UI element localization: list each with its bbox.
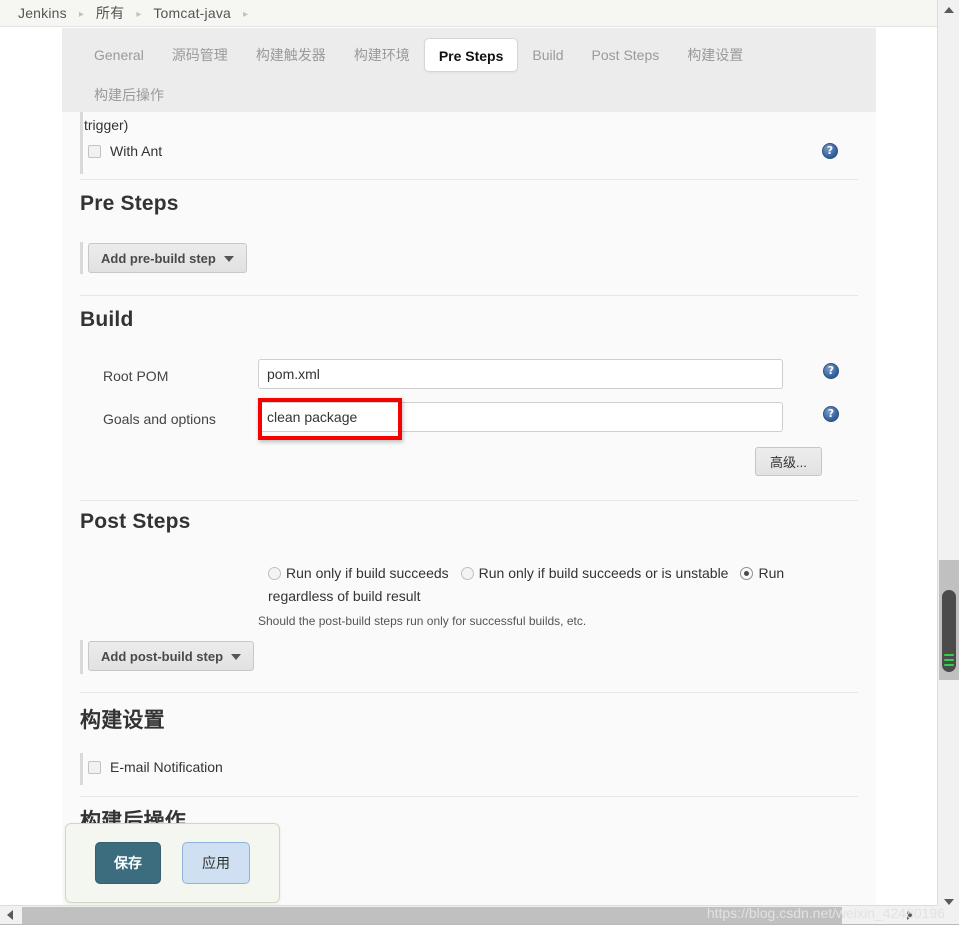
scroll-up-button[interactable] [938, 0, 959, 20]
breadcrumb-item-all[interactable]: 所有 [96, 3, 124, 23]
config-tab-strip: General 源码管理 构建触发器 构建环境 Pre Steps Build … [62, 28, 876, 112]
add-pre-build-step-label: Add pre-build step [101, 251, 216, 266]
add-post-build-step-label: Add post-build step [101, 649, 224, 664]
vertical-scrollbar[interactable] [937, 0, 959, 912]
tab-post-build-actions[interactable]: 构建后操作 [80, 78, 178, 112]
section-title-build-settings: 构建设置 [80, 709, 165, 732]
divider [80, 796, 858, 797]
window-bottom-edge [0, 924, 959, 930]
divider [80, 500, 858, 501]
breadcrumb-separator-icon: ▸ [243, 8, 249, 20]
radio-run-if-succeeds[interactable] [268, 567, 281, 580]
checkbox-label-with-ant: With Ant [110, 143, 163, 159]
help-icon-goals-and-options[interactable]: ? [823, 406, 839, 422]
config-form-panel: trigger) With Ant ? Pre Steps Add pre-bu… [62, 112, 876, 905]
form-save-bar: 后操 保存 应用 [65, 823, 280, 903]
tab-build[interactable]: Build [518, 38, 577, 72]
thumb-grip-line [944, 659, 954, 661]
advanced-button[interactable]: 高级... [755, 447, 822, 476]
add-post-build-step-button[interactable]: Add post-build step [88, 641, 255, 671]
checkbox-label-email-notification: E-mail Notification [110, 759, 223, 775]
section-title-build: Build [80, 308, 134, 331]
chevron-down-icon [231, 654, 242, 660]
add-pre-build-step-button[interactable]: Add pre-build step [88, 243, 247, 273]
tab-row-secondary: 构建后操作 [80, 75, 876, 115]
block-indicator-pre-steps [80, 242, 83, 274]
section-title-pre-steps: Pre Steps [80, 192, 179, 215]
breadcrumb-item-jenkins[interactable]: Jenkins [18, 5, 67, 21]
vertical-scrollbar-thumb[interactable] [942, 590, 956, 672]
tab-general[interactable]: General [80, 38, 158, 72]
checkbox-row-email-notification[interactable]: E-mail Notification [88, 759, 223, 775]
radio-label-run-if-succeeds: Run only if build succeeds [286, 565, 449, 581]
thumb-grip-line [944, 654, 954, 656]
tab-row-primary: General 源码管理 构建触发器 构建环境 Pre Steps Build … [80, 35, 876, 75]
tab-post-steps[interactable]: Post Steps [578, 38, 674, 72]
jenkins-config-page: Jenkins ▸ 所有 ▸ Tomcat-java ▸ General 源码管… [0, 0, 959, 930]
tab-build-environment[interactable]: 构建环境 [340, 38, 424, 72]
divider [80, 295, 858, 296]
tab-source-control[interactable]: 源码管理 [158, 38, 242, 72]
divider [80, 179, 858, 180]
radio-label-run-if-succeeds-or-unstable: Run only if build succeeds or is unstabl… [478, 565, 729, 581]
breadcrumb-item-job[interactable]: Tomcat-java [153, 5, 231, 21]
radio-run-if-succeeds-or-unstable[interactable] [460, 567, 474, 580]
root-pom-input[interactable]: pom.xml [258, 359, 783, 389]
field-label-goals-and-options: Goals and options [103, 411, 216, 427]
thumb-grip-line [944, 664, 954, 666]
save-button[interactable]: 保存 [95, 842, 161, 884]
annotation-highlight-goals-input [258, 398, 402, 440]
help-icon-with-ant[interactable]: ? [822, 143, 838, 159]
help-icon-root-pom[interactable]: ? [823, 363, 839, 379]
checkbox-row-with-ant[interactable]: With Ant [88, 143, 162, 159]
chevron-left-icon [7, 910, 13, 920]
post-steps-radio-group[interactable]: Run only if build succeeds Run only if bu… [268, 562, 828, 608]
breadcrumb-separator-icon: ▸ [136, 8, 142, 20]
tab-pre-steps[interactable]: Pre Steps [423, 38, 519, 72]
radio-run-regardless[interactable] [740, 567, 754, 580]
block-indicator-post-steps [80, 640, 83, 674]
chevron-down-icon [223, 256, 234, 262]
tab-build-triggers[interactable]: 构建触发器 [242, 38, 340, 72]
chevron-up-icon [943, 7, 954, 13]
scroll-left-button[interactable] [0, 906, 20, 924]
tab-build-settings[interactable]: 构建设置 [673, 38, 757, 72]
block-indicator-build-environment [80, 112, 83, 174]
field-label-root-pom: Root POM [103, 368, 169, 384]
watermark-text: https://blog.csdn.net/weixin_42480196 [706, 905, 945, 921]
post-steps-hint: Should the post-build steps run only for… [258, 614, 587, 628]
build-environment-trailing-text: trigger) [84, 117, 129, 133]
apply-button[interactable]: 应用 [182, 842, 250, 884]
divider [80, 692, 858, 693]
block-indicator-build-settings [80, 753, 83, 785]
checkbox-icon-email-notification[interactable] [88, 760, 101, 774]
checkbox-icon-with-ant[interactable] [88, 144, 101, 158]
breadcrumb-separator-icon: ▸ [78, 8, 84, 20]
section-title-post-steps: Post Steps [80, 510, 191, 533]
breadcrumb: Jenkins ▸ 所有 ▸ Tomcat-java ▸ [0, 0, 937, 27]
